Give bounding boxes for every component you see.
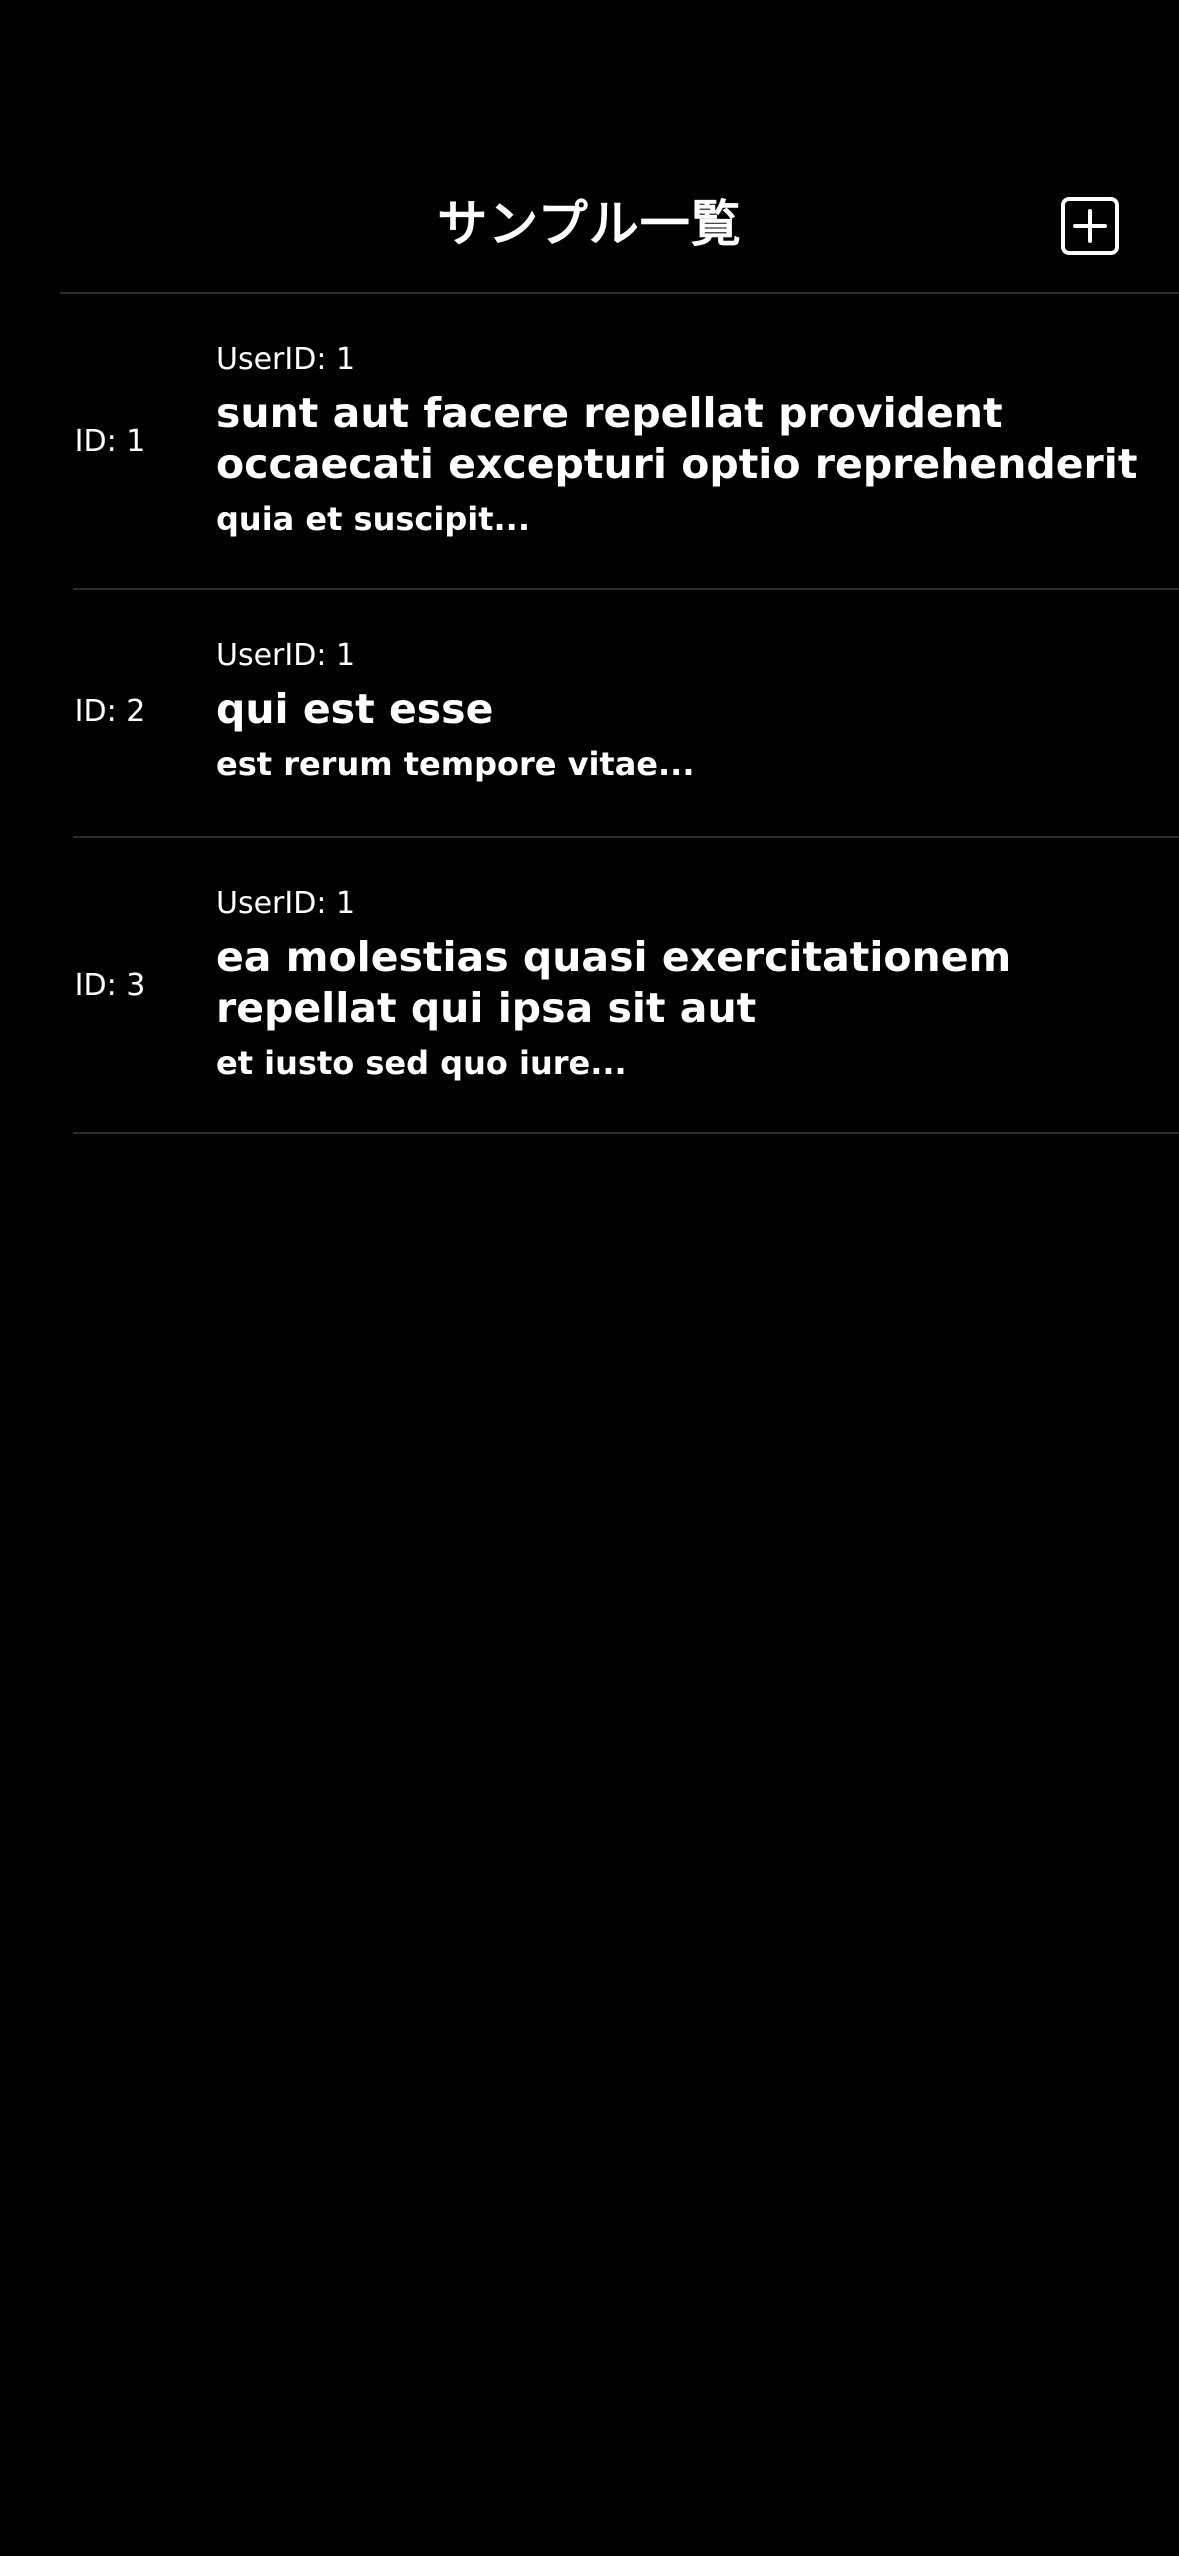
user-id-label: UserID: 1 [216, 886, 356, 921]
row-divider [73, 1132, 1179, 1134]
post-content: UserID: 1 ea molestias quasi exercitatio… [216, 884, 1156, 1084]
user-id-label: UserID: 1 [216, 638, 356, 673]
post-body-excerpt: quia et suscipit... [216, 500, 530, 538]
list-item[interactable]: ID: 2 UserID: 1 qui est esse est rerum t… [0, 590, 1179, 836]
plus-square-icon [1060, 196, 1120, 256]
post-content: UserID: 1 qui est esse est rerum tempore… [216, 636, 1156, 785]
post-id-label: ID: 3 [74, 968, 146, 1003]
list-item[interactable]: ID: 1 UserID: 1 sunt aut facere repellat… [0, 294, 1179, 588]
post-title: ea molestias quasi exercitationem repell… [216, 933, 1012, 1032]
post-content: UserID: 1 sunt aut facere repellat provi… [216, 340, 1156, 540]
page-title: サンプル一覧 [437, 195, 742, 253]
post-title: sunt aut facere repellat provident occae… [216, 389, 1138, 488]
list-item[interactable]: ID: 3 UserID: 1 ea molestias quasi exerc… [0, 838, 1179, 1132]
post-id-label: ID: 1 [74, 424, 146, 459]
user-id-label: UserID: 1 [216, 342, 356, 377]
post-body-excerpt: est rerum tempore vitae... [216, 745, 695, 783]
navigation-bar: サンプル一覧 [0, 0, 1179, 292]
post-body-excerpt: et iusto sed quo iure... [216, 1044, 627, 1082]
post-id-label: ID: 2 [74, 694, 146, 729]
post-title: qui est esse [216, 685, 494, 733]
add-button[interactable] [1060, 196, 1120, 256]
